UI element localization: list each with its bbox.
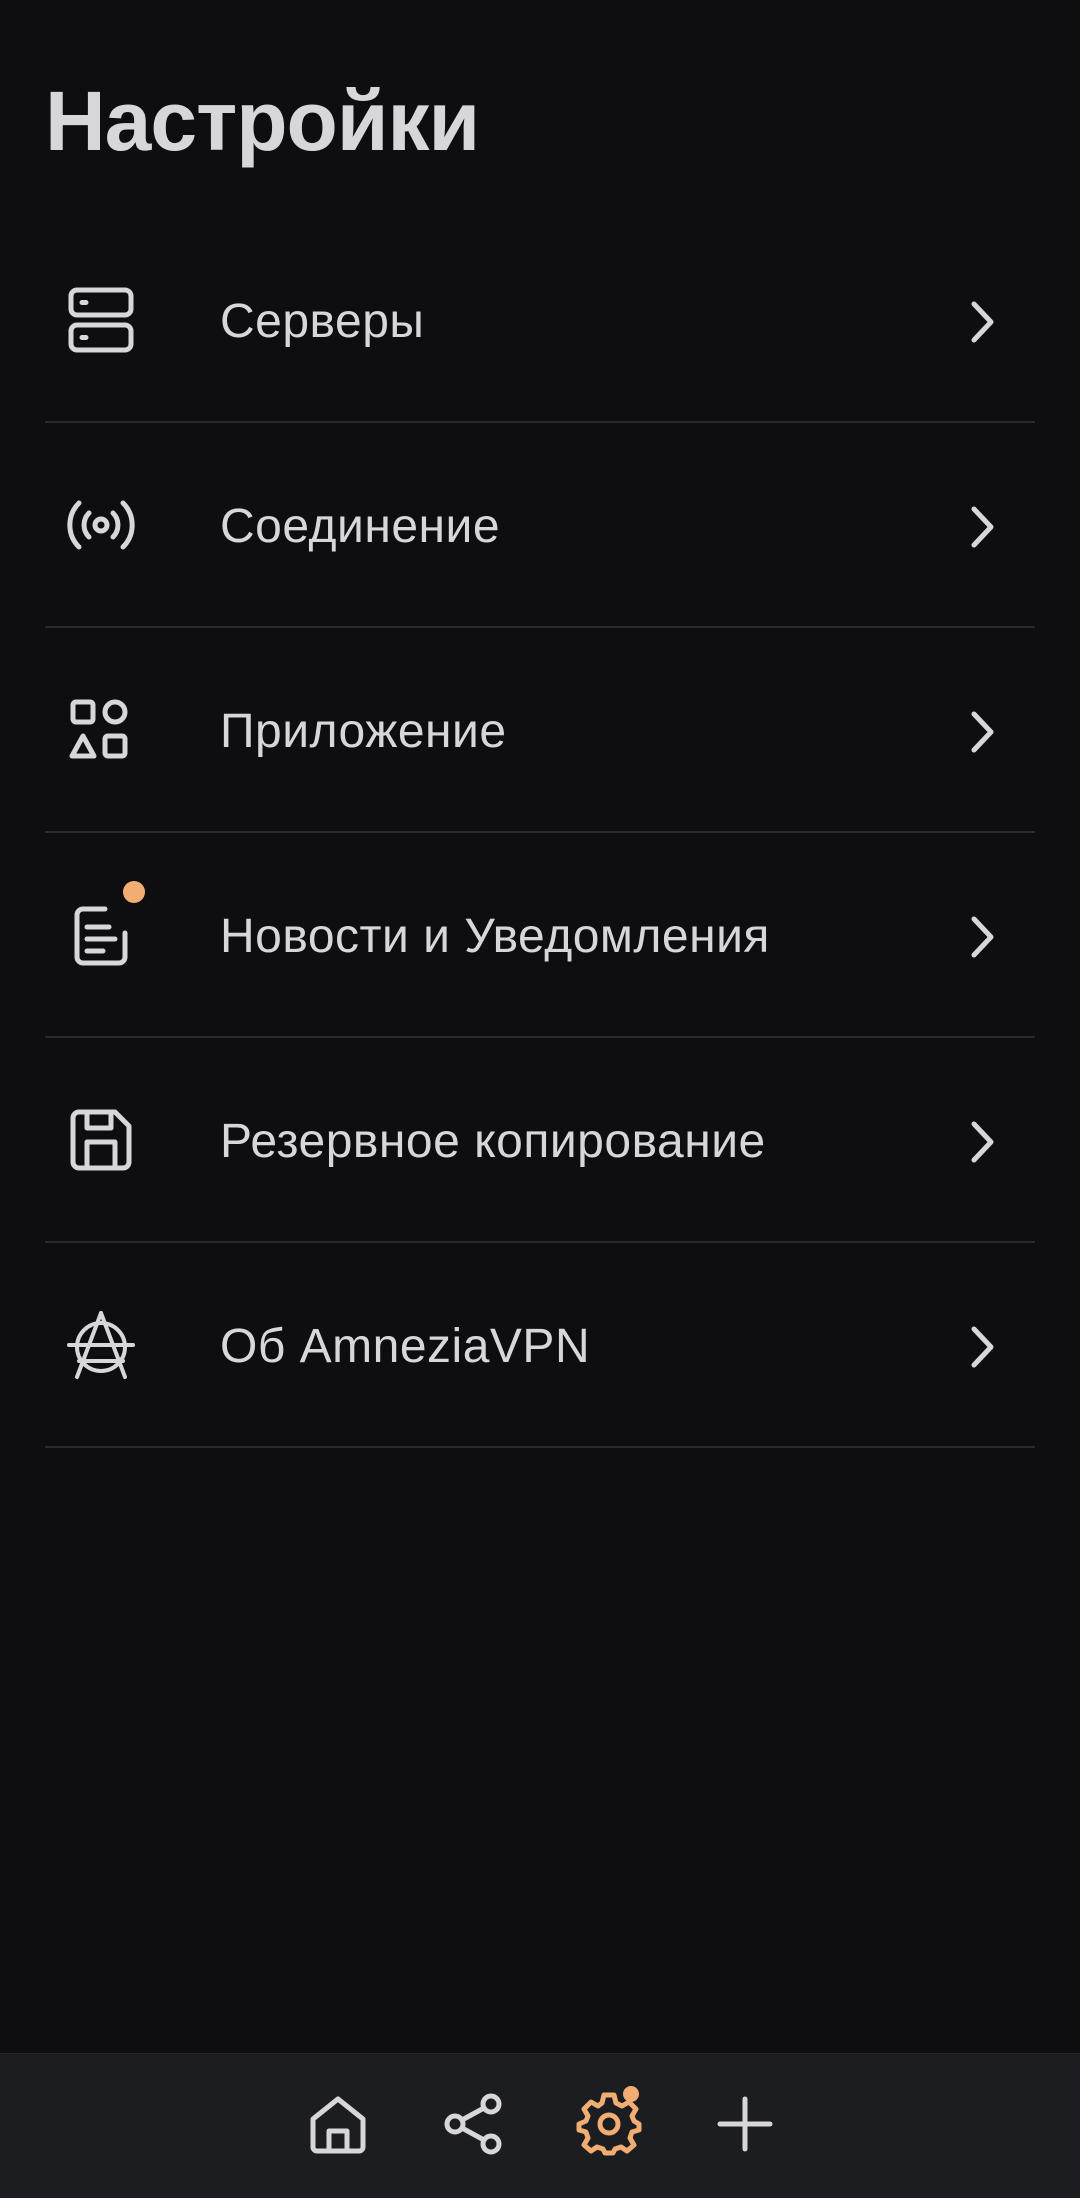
settings-badge: [623, 2086, 639, 2102]
connection-icon: [65, 489, 137, 561]
news-icon: [65, 899, 137, 971]
notification-badge: [123, 881, 145, 903]
share-icon: [441, 2091, 507, 2162]
menu-item-about[interactable]: Об AmneziaVPN: [45, 1243, 1035, 1448]
settings-menu: Серверы Соединение Приложение Новости и …: [45, 218, 1035, 1448]
bottom-navigation: [0, 2053, 1080, 2198]
plus-icon: [712, 2091, 778, 2162]
menu-item-label: Резервное копирование: [220, 1115, 766, 1168]
menu-item-label: Соединение: [220, 500, 501, 553]
menu-item-backup[interactable]: Резервное копирование: [45, 1038, 1035, 1243]
server-icon: [65, 284, 137, 356]
menu-item-label: Серверы: [220, 295, 425, 348]
save-icon: [65, 1104, 137, 1176]
menu-item-servers[interactable]: Серверы: [45, 218, 1035, 423]
chevron-right-icon: [957, 706, 1009, 758]
menu-item-label: Приложение: [220, 705, 507, 758]
page-title: Настройки: [45, 74, 480, 168]
menu-item-news[interactable]: Новости и Уведомления: [45, 833, 1035, 1038]
nav-home-button[interactable]: [302, 2090, 374, 2162]
nav-share-button[interactable]: [438, 2090, 510, 2162]
menu-item-application[interactable]: Приложение: [45, 628, 1035, 833]
nav-settings-button[interactable]: [573, 2086, 645, 2162]
chevron-right-icon: [957, 296, 1009, 348]
home-icon: [305, 2091, 371, 2162]
chevron-right-icon: [957, 1321, 1009, 1373]
chevron-right-icon: [957, 1116, 1009, 1168]
menu-item-label: Новости и Уведомления: [220, 910, 770, 963]
nav-add-button[interactable]: [709, 2090, 781, 2162]
menu-item-label: Об AmneziaVPN: [220, 1320, 591, 1373]
settings-screen: Настройки Серверы Соединение Приложение …: [0, 0, 1080, 2198]
chevron-right-icon: [957, 911, 1009, 963]
app-shapes-icon: [65, 694, 137, 766]
menu-item-connection[interactable]: Соединение: [45, 423, 1035, 628]
chevron-right-icon: [957, 501, 1009, 553]
amnezia-logo-icon: [65, 1309, 137, 1381]
